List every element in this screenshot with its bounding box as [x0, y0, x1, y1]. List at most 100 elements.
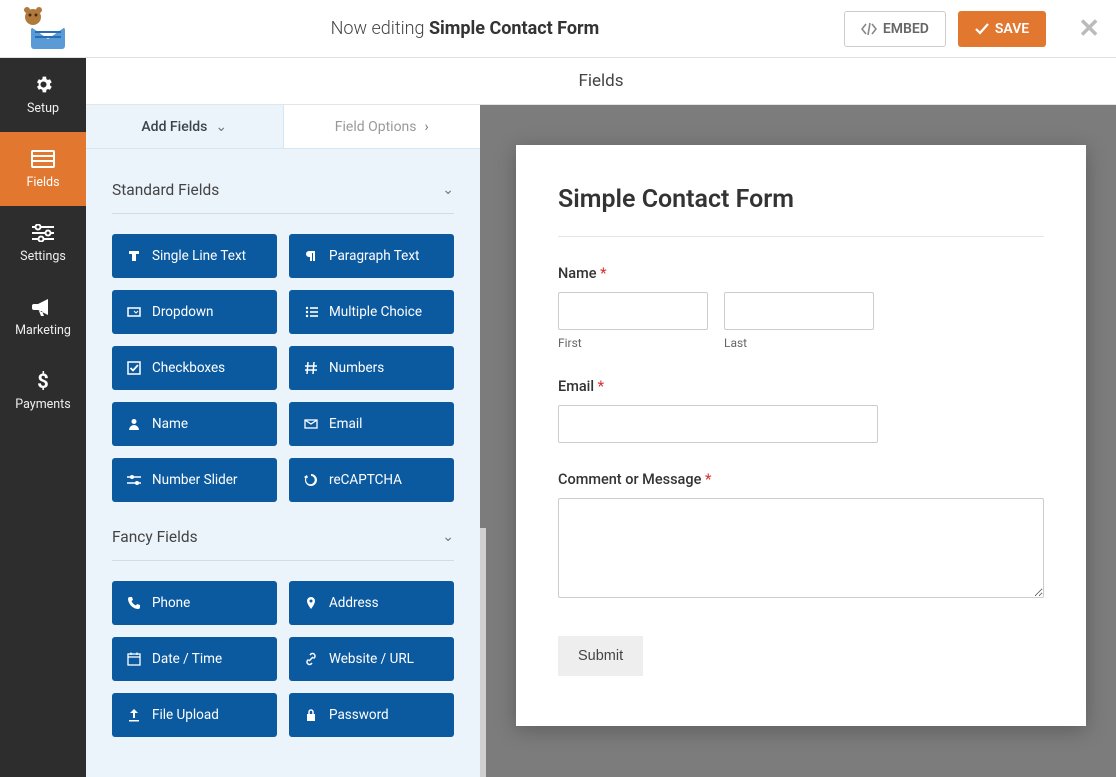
now-editing-label: Now editing: [331, 18, 425, 39]
name-last-input[interactable]: [724, 292, 874, 330]
page-title: Now editing Simple Contact Form: [86, 18, 844, 39]
field-label: Multiple Choice: [329, 304, 422, 320]
chevron-down-icon: ⌄: [442, 529, 454, 545]
group-header-fancy[interactable]: Fancy Fields ⌄: [112, 528, 454, 561]
group-title: Fancy Fields: [112, 528, 198, 546]
link-icon: [303, 652, 319, 666]
form-name: Simple Contact Form: [429, 18, 599, 39]
chevron-down-icon: ⌄: [215, 119, 227, 135]
field-dropdown[interactable]: Dropdown: [112, 290, 277, 334]
svg-text:$: $: [37, 370, 48, 392]
field-label: Password: [329, 707, 389, 723]
field-label: File Upload: [152, 707, 219, 723]
recaptcha-icon: [303, 473, 319, 487]
content: Add Fields ⌄ Field Options › Standard Fi…: [86, 105, 1116, 777]
sliders-icon: [126, 473, 142, 487]
field-label: Website / URL: [329, 651, 414, 667]
form-title: Simple Contact Form: [558, 185, 1044, 237]
sidebar-item-label: Fields: [26, 175, 59, 190]
gear-icon: [33, 74, 54, 95]
standard-fields-group: Standard Fields ⌄ Single Line Text Parag…: [112, 181, 454, 502]
field-single-line-text[interactable]: Single Line Text: [112, 234, 277, 278]
field-address[interactable]: Address: [289, 581, 454, 625]
check-icon: [126, 361, 142, 375]
field-label: Phone: [152, 595, 190, 611]
required-mark: *: [701, 471, 711, 488]
field-label: reCAPTCHA: [329, 472, 402, 488]
sliders-icon: [32, 222, 54, 243]
form-preview: Simple Contact Form Name * First Last: [516, 145, 1086, 726]
form-icon: [31, 148, 55, 169]
save-label: SAVE: [995, 21, 1029, 37]
paragraph-icon: [303, 249, 319, 263]
tab-label: Field Options: [335, 119, 417, 135]
embed-label: EMBED: [883, 21, 929, 37]
fancy-fields-group: Fancy Fields ⌄ Phone Address Date / Time…: [112, 528, 454, 737]
field-multiple-choice[interactable]: Multiple Choice: [289, 290, 454, 334]
field-comment-preview[interactable]: Comment or Message *: [558, 471, 1044, 602]
field-recaptcha[interactable]: reCAPTCHA: [289, 458, 454, 502]
field-label: Numbers: [329, 360, 384, 376]
field-website-url[interactable]: Website / URL: [289, 637, 454, 681]
dropdown-icon: [126, 305, 142, 319]
field-name[interactable]: Name: [112, 402, 277, 446]
field-label: Email: [329, 416, 362, 432]
sidebar-item-settings[interactable]: Settings: [0, 206, 86, 280]
field-email[interactable]: Email: [289, 402, 454, 446]
tab-label: Add Fields: [141, 119, 207, 135]
comment-textarea[interactable]: [558, 498, 1044, 598]
top-bar: Now editing Simple Contact Form EMBED SA…: [0, 0, 1116, 58]
sidebar-item-setup[interactable]: Setup: [0, 58, 86, 132]
label: Email: [558, 378, 594, 395]
email-input[interactable]: [558, 405, 878, 443]
field-label: Date / Time: [152, 651, 222, 667]
preview-area: Simple Contact Form Name * First Last: [486, 105, 1116, 777]
field-panel: Add Fields ⌄ Field Options › Standard Fi…: [86, 105, 486, 777]
field-file-upload[interactable]: File Upload: [112, 693, 277, 737]
scrollbar[interactable]: [480, 105, 486, 777]
field-name-preview[interactable]: Name * First Last: [558, 265, 1044, 350]
phone-icon: [126, 596, 142, 610]
tab-field-options[interactable]: Field Options ›: [284, 105, 481, 148]
close-button[interactable]: ✕: [1078, 14, 1100, 44]
field-label: Address: [329, 595, 379, 611]
field-label: Name: [152, 416, 188, 432]
field-label: Number Slider: [152, 472, 238, 488]
sidebar: Setup Fields Settings Marketing $ Paymen…: [0, 58, 86, 777]
user-icon: [126, 417, 142, 431]
name-first-input[interactable]: [558, 292, 708, 330]
check-icon: [975, 23, 989, 35]
sidebar-item-payments[interactable]: $ Payments: [0, 354, 86, 428]
upload-icon: [126, 708, 142, 722]
field-label: Checkboxes: [152, 360, 225, 376]
pin-icon: [303, 596, 319, 610]
group-header-standard[interactable]: Standard Fields ⌄: [112, 181, 454, 214]
embed-button[interactable]: EMBED: [844, 11, 946, 47]
submit-button[interactable]: Submit: [558, 636, 643, 676]
app-logo: [0, 5, 86, 53]
code-icon: [861, 23, 877, 35]
first-sublabel: First: [558, 336, 708, 350]
sidebar-item-fields[interactable]: Fields: [0, 132, 86, 206]
sidebar-item-marketing[interactable]: Marketing: [0, 280, 86, 354]
group-title: Standard Fields: [112, 181, 219, 199]
field-password[interactable]: Password: [289, 693, 454, 737]
main-area: Fields Add Fields ⌄ Field Options ›: [86, 58, 1116, 777]
field-phone[interactable]: Phone: [112, 581, 277, 625]
save-button[interactable]: SAVE: [958, 11, 1046, 47]
calendar-icon: [126, 652, 142, 666]
field-numbers[interactable]: Numbers: [289, 346, 454, 390]
sidebar-item-label: Marketing: [15, 323, 71, 338]
field-checkboxes[interactable]: Checkboxes: [112, 346, 277, 390]
hash-icon: [303, 361, 319, 375]
required-mark: *: [597, 265, 607, 282]
field-paragraph-text[interactable]: Paragraph Text: [289, 234, 454, 278]
envelope-icon: [303, 417, 319, 431]
sidebar-item-label: Payments: [15, 397, 70, 412]
field-number-slider[interactable]: Number Slider: [112, 458, 277, 502]
field-date-time[interactable]: Date / Time: [112, 637, 277, 681]
field-email-preview[interactable]: Email *: [558, 378, 1044, 443]
sidebar-item-label: Settings: [20, 249, 66, 264]
tab-add-fields[interactable]: Add Fields ⌄: [86, 105, 284, 148]
field-label: Single Line Text: [152, 248, 246, 264]
